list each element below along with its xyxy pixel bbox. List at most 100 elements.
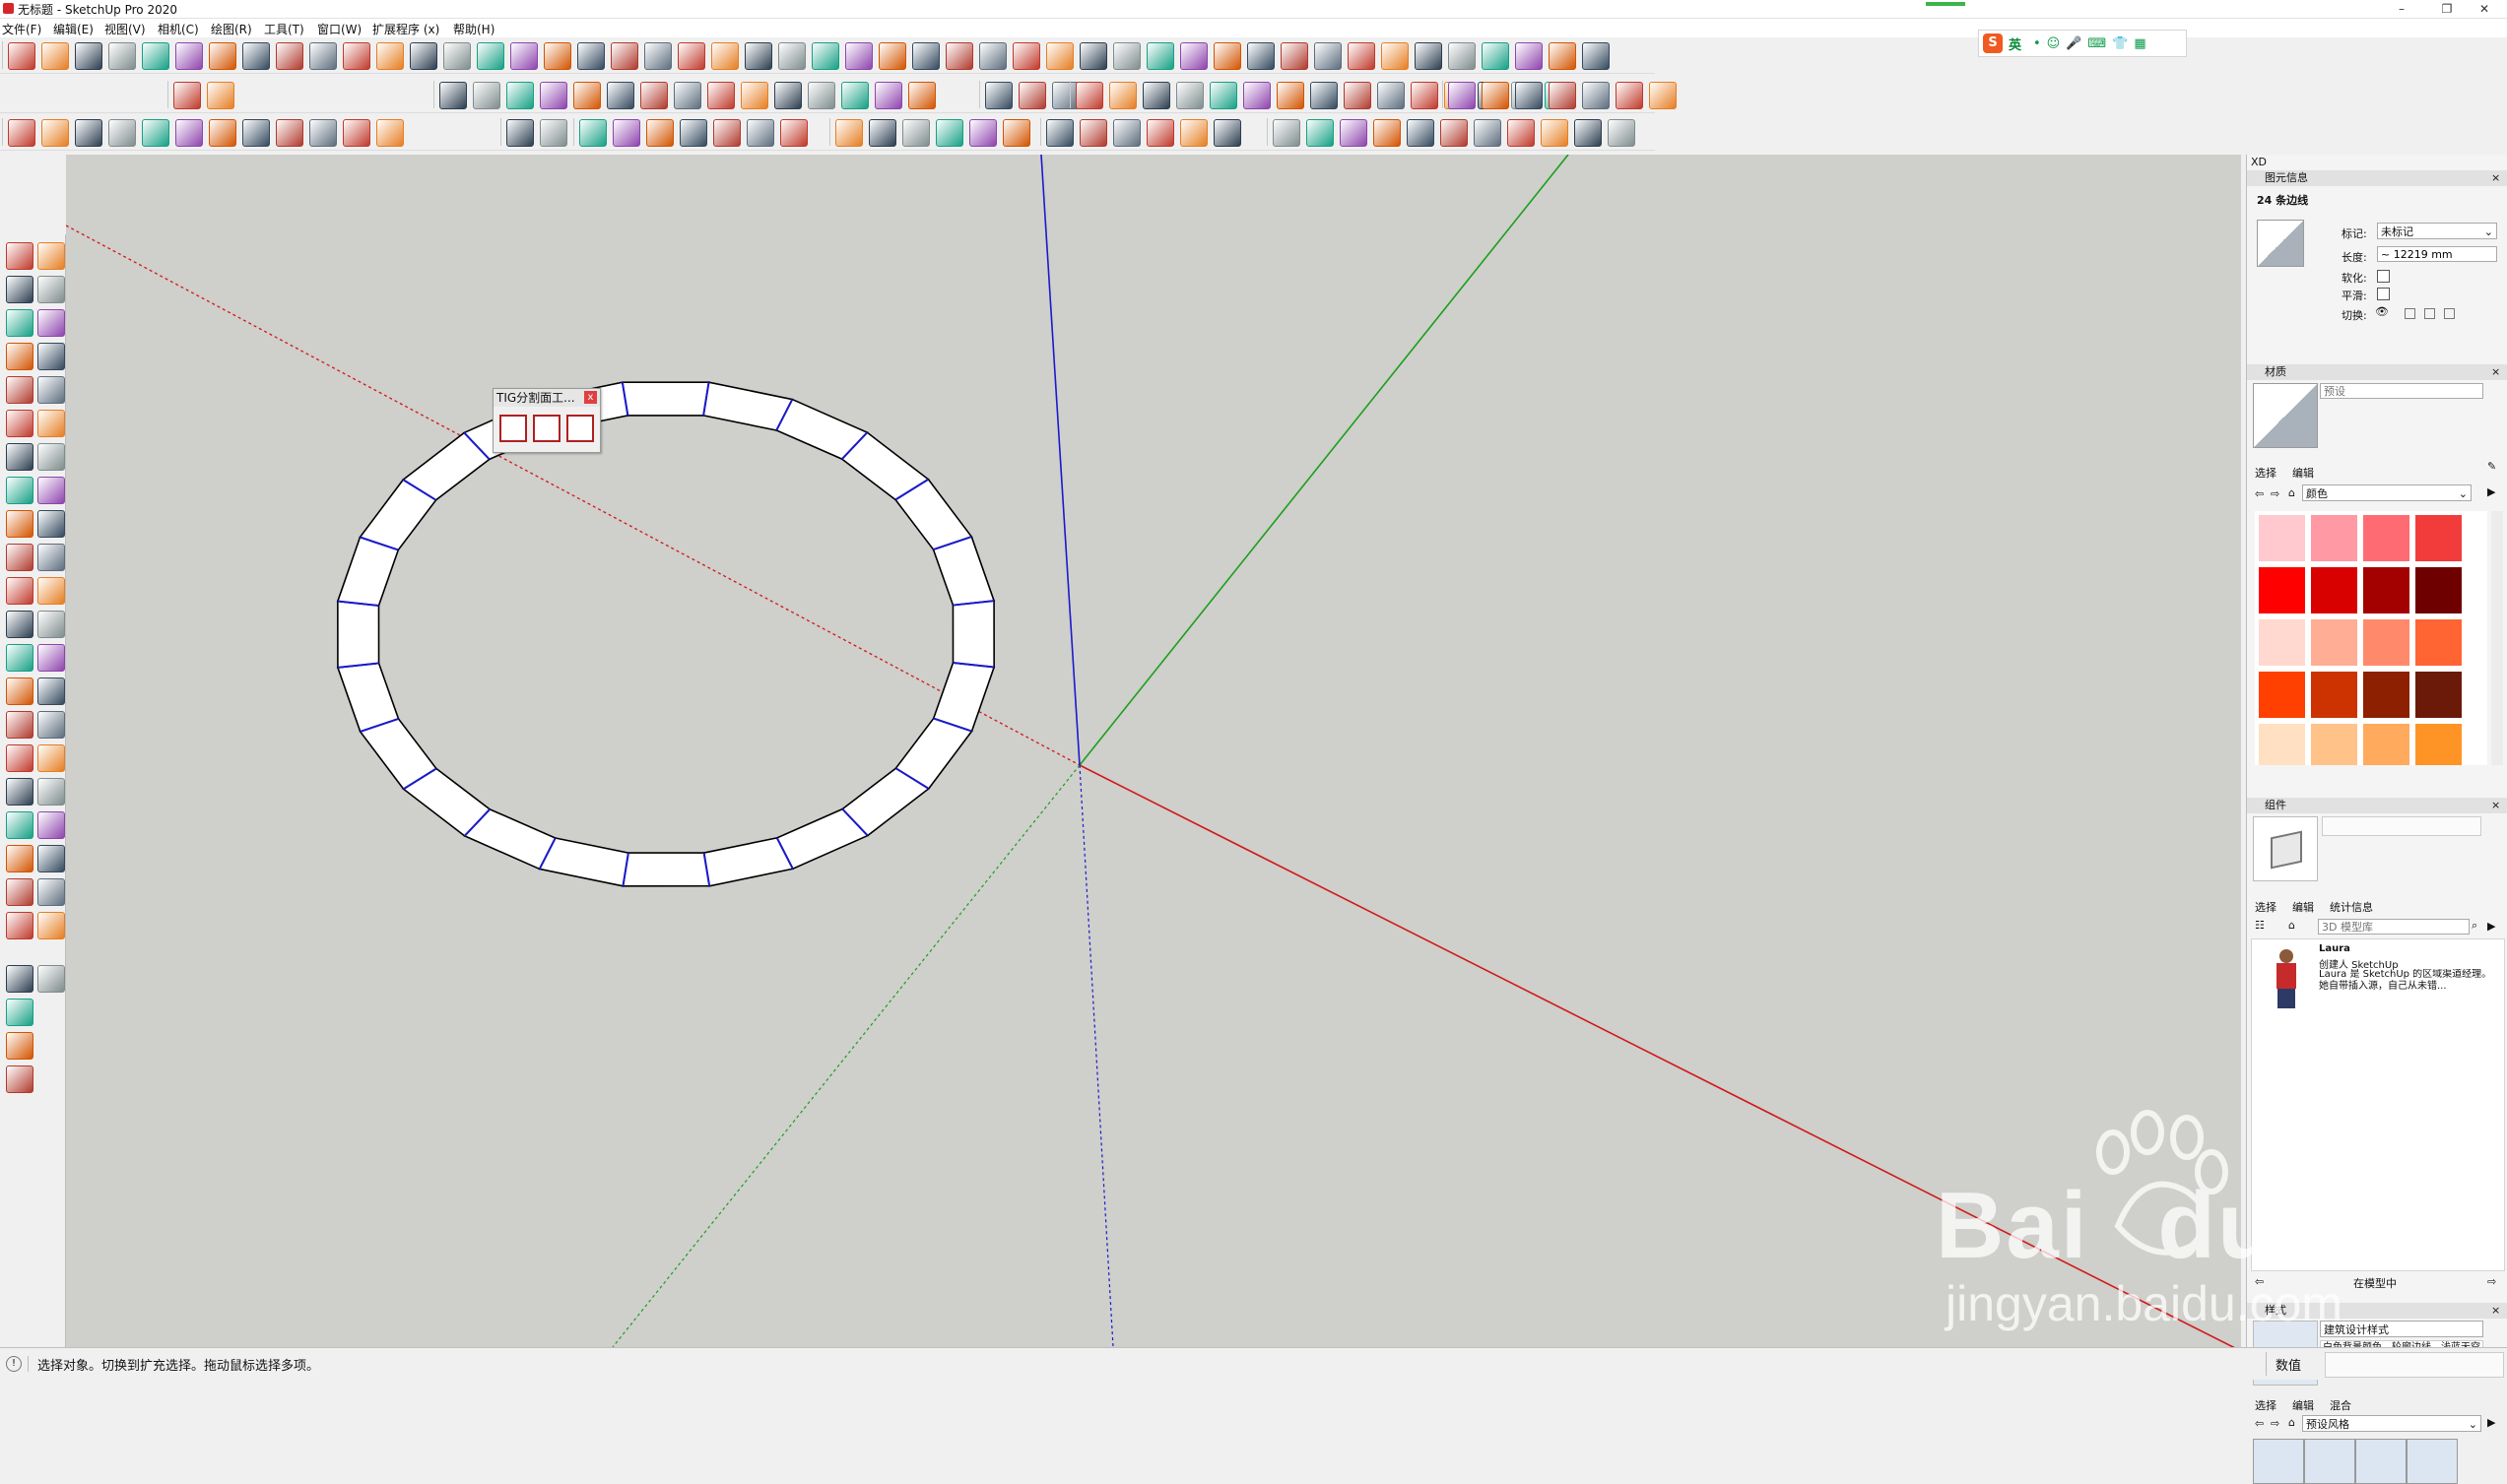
toolbar-tool-icon[interactable] <box>473 82 500 109</box>
forward-arrow-icon[interactable]: ⇨ <box>2271 1417 2279 1430</box>
tool-palette-icon[interactable] <box>6 1032 33 1060</box>
toolbar-tool-icon[interactable] <box>8 42 35 70</box>
menu-draw[interactable]: 绘图(R) <box>211 21 252 37</box>
toolbar-tool-icon[interactable] <box>1143 82 1170 109</box>
tool-palette-icon[interactable] <box>37 544 65 571</box>
toolbar-tool-icon[interactable] <box>1616 82 1643 109</box>
toolbar-tool-icon[interactable] <box>510 42 538 70</box>
color-swatch[interactable] <box>2311 567 2357 613</box>
toolbar-tool-icon[interactable] <box>908 82 936 109</box>
toolbar-tool-icon[interactable] <box>1046 42 1074 70</box>
color-swatch[interactable] <box>2363 567 2409 613</box>
toolbar-tool-icon[interactable] <box>242 119 270 147</box>
toolbar-tool-icon[interactable] <box>1180 42 1208 70</box>
menu-help[interactable]: 帮助(H) <box>453 21 495 37</box>
toolbar-tool-icon[interactable] <box>1582 82 1610 109</box>
forward-arrow-icon[interactable]: ⇨ <box>2487 1275 2496 1288</box>
toolbar-tool-icon[interactable] <box>1448 42 1476 70</box>
toolbar-tool-icon[interactable] <box>1080 42 1107 70</box>
toolbar-tool-icon[interactable] <box>142 119 169 147</box>
toolbar-tool-icon[interactable] <box>1549 82 1576 109</box>
tool-palette-icon[interactable] <box>6 845 33 872</box>
split-face-tool-3-icon[interactable] <box>566 415 594 442</box>
materials-library-select[interactable]: 颜色 ⌄ <box>2302 484 2472 501</box>
close-icon[interactable]: × <box>2491 1303 2500 1319</box>
toolbar-tool-icon[interactable] <box>573 82 601 109</box>
toolbar-tool-icon[interactable] <box>1448 82 1476 109</box>
toolbar-tool-icon[interactable] <box>1076 82 1103 109</box>
close-icon[interactable]: × <box>2491 170 2500 186</box>
toolbar-tool-icon[interactable] <box>1440 119 1468 147</box>
style-thumb-2[interactable] <box>2304 1439 2355 1484</box>
tool-palette-icon[interactable] <box>6 477 33 504</box>
toolbar-tool-icon[interactable] <box>678 42 705 70</box>
tool-palette-icon[interactable] <box>37 443 65 471</box>
toolbar-tool-icon[interactable] <box>1243 82 1271 109</box>
menu-extensions[interactable]: 扩展程序 (x) <box>372 21 439 37</box>
toolbar-tool-icon[interactable] <box>1482 82 1509 109</box>
toolbar-tool-icon[interactable] <box>1277 82 1304 109</box>
toolbar-tool-icon[interactable] <box>1507 119 1535 147</box>
toolbar-tool-icon[interactable] <box>778 42 806 70</box>
toolbar-tool-icon[interactable] <box>1147 119 1174 147</box>
ime-mode-label[interactable]: 英 <box>2009 34 2021 53</box>
tool-palette-icon[interactable] <box>6 677 33 705</box>
tool-palette-icon[interactable] <box>37 965 65 993</box>
styles-header[interactable]: 样式 × <box>2247 1303 2507 1319</box>
menu-window[interactable]: 窗口(W) <box>317 21 362 37</box>
tool-palette-icon[interactable] <box>37 711 65 739</box>
color-swatch[interactable] <box>2415 619 2462 666</box>
toolbar-tool-icon[interactable] <box>142 42 169 70</box>
toolbar-tool-icon[interactable] <box>376 42 404 70</box>
toolbar-tool-icon[interactable] <box>707 82 735 109</box>
toolbar-tool-icon[interactable] <box>1541 119 1568 147</box>
length-field[interactable] <box>2377 246 2497 262</box>
component-item-title[interactable]: Laura <box>2319 943 2350 954</box>
toolbar-tool-icon[interactable] <box>540 82 567 109</box>
soft-checkbox[interactable] <box>2377 270 2390 283</box>
details-arrow-icon[interactable]: ▶ <box>2487 485 2495 498</box>
info-icon[interactable]: ! <box>6 1356 22 1372</box>
toolbar-tool-icon[interactable] <box>808 82 835 109</box>
toolbar-tool-icon[interactable] <box>41 119 69 147</box>
toolbar-tool-icon[interactable] <box>1407 119 1434 147</box>
toolbar-tool-icon[interactable] <box>711 42 739 70</box>
components-tab-stats[interactable]: 统计信息 <box>2330 899 2373 915</box>
tig-toolbar-close-button[interactable]: x <box>584 391 597 404</box>
toolbar-tool-icon[interactable] <box>611 42 638 70</box>
back-arrow-icon[interactable]: ⇦ <box>2255 1417 2264 1430</box>
toolbar-tool-icon[interactable] <box>774 82 802 109</box>
color-swatch[interactable] <box>2415 672 2462 718</box>
toolbar-tool-icon[interactable] <box>1474 119 1501 147</box>
tool-palette-icon[interactable] <box>6 744 33 772</box>
toolbar-tool-icon[interactable] <box>845 42 873 70</box>
toolbar-tool-icon[interactable] <box>209 42 236 70</box>
tool-palette-icon[interactable] <box>37 845 65 872</box>
drawing-viewport[interactable] <box>66 155 2241 1347</box>
toolbar-tool-icon[interactable] <box>175 119 203 147</box>
components-tab-edit[interactable]: 编辑 <box>2292 899 2314 915</box>
toolbar-tool-icon[interactable] <box>544 42 571 70</box>
tool-palette-icon[interactable] <box>37 276 65 303</box>
toolbar-tool-icon[interactable] <box>1314 42 1342 70</box>
style-thumb-4[interactable] <box>2407 1439 2458 1484</box>
toolbar-tool-icon[interactable] <box>276 119 303 147</box>
toolbar-tool-icon[interactable] <box>1210 82 1237 109</box>
toolbar-tool-icon[interactable] <box>841 82 869 109</box>
toolbar-tool-icon[interactable] <box>644 42 672 70</box>
split-face-tool-2-icon[interactable] <box>533 415 561 442</box>
tag-select[interactable]: 未标记 ⌄ <box>2377 223 2497 239</box>
color-swatch[interactable] <box>2311 724 2357 765</box>
toolbar-tool-icon[interactable] <box>969 119 997 147</box>
ring-face-segment[interactable] <box>538 837 629 887</box>
toolbar-tool-icon[interactable] <box>1180 119 1208 147</box>
toolbar-tool-icon[interactable] <box>985 82 1013 109</box>
toolbar-tool-icon[interactable] <box>8 119 35 147</box>
toolbar-tool-icon[interactable] <box>477 42 504 70</box>
tool-palette-icon[interactable] <box>6 276 33 303</box>
tool-palette-icon[interactable] <box>37 343 65 370</box>
components-header[interactable]: 组件 × <box>2247 798 2507 813</box>
toolbar-tool-icon[interactable] <box>1381 42 1409 70</box>
ring-face-segment[interactable] <box>702 381 794 431</box>
materials-tab-edit[interactable]: 编辑 <box>2292 465 2314 481</box>
